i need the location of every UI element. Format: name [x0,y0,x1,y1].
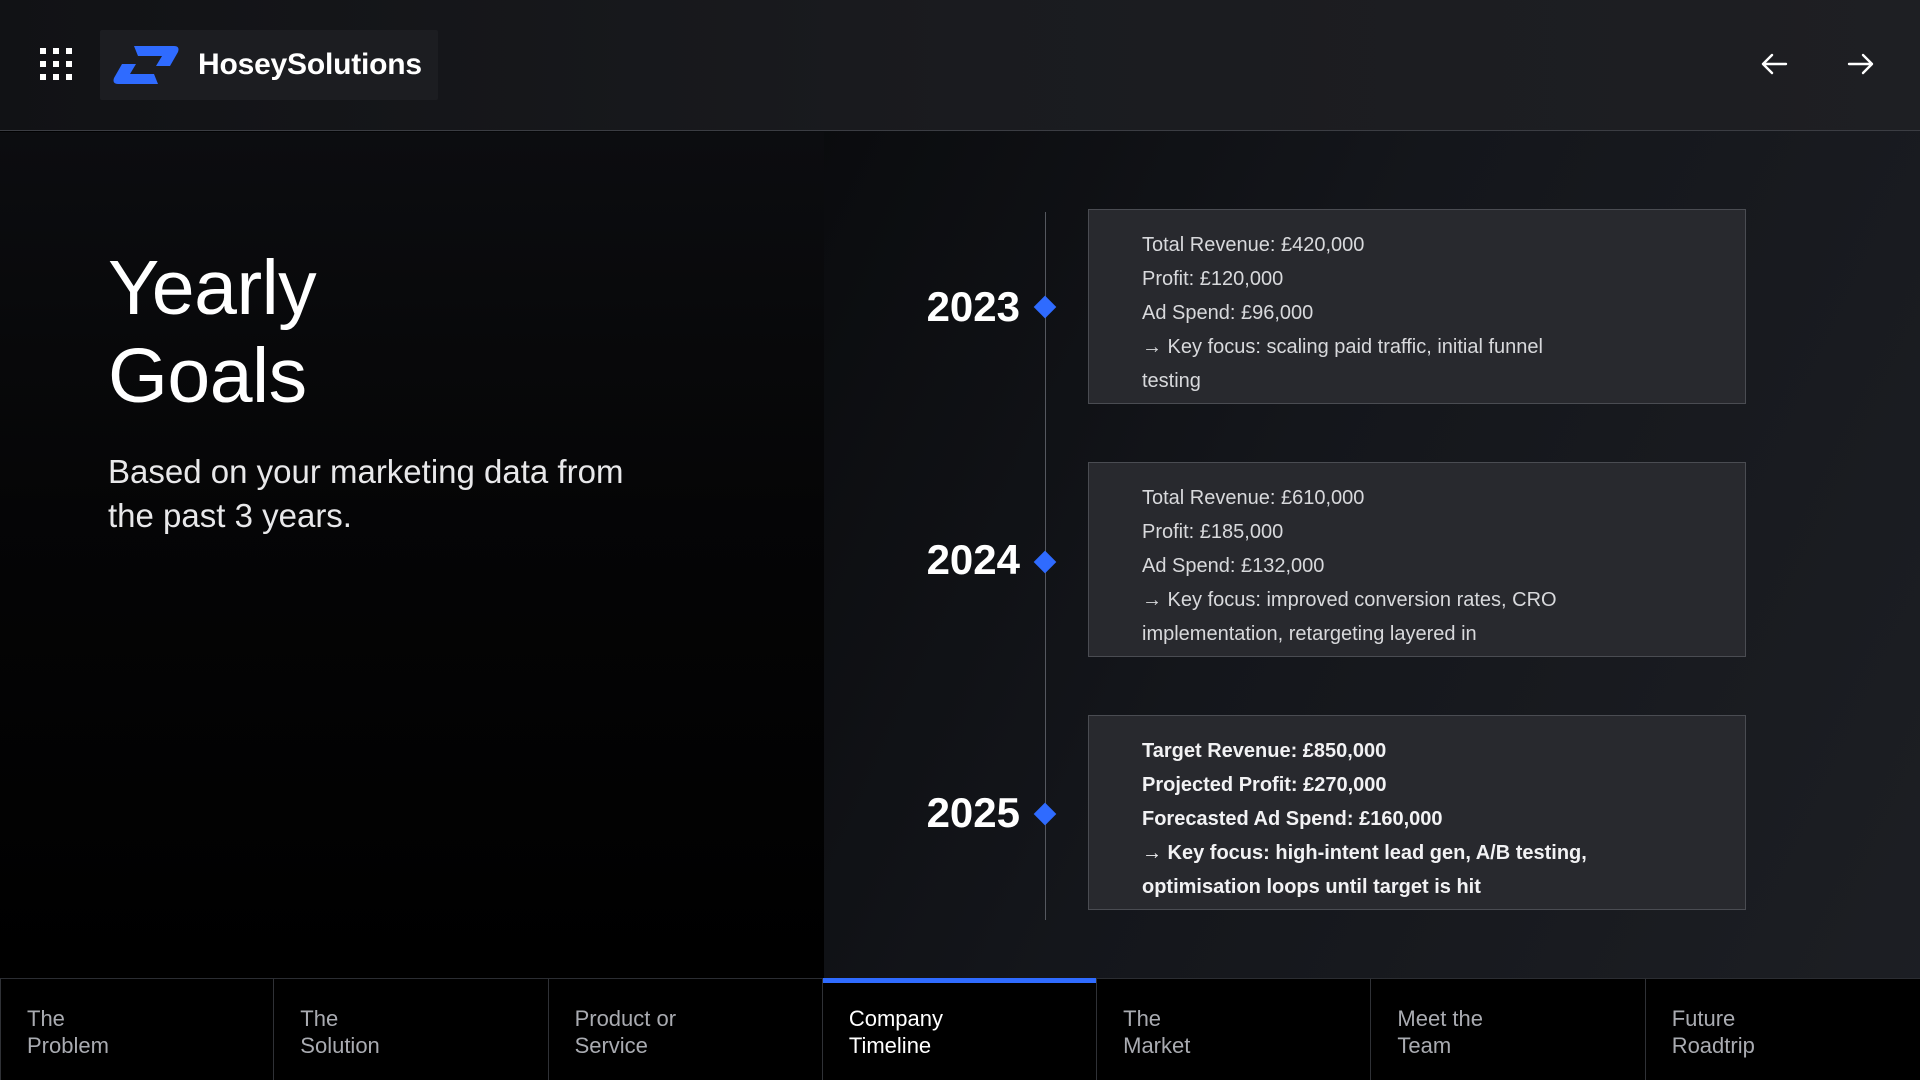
tab-the-solution[interactable]: The Solution [274,979,549,1080]
tab-product-or-service[interactable]: Product or Service [549,979,823,1080]
card-line: → Key focus: high-intent lead gen, A/B t… [1142,842,1587,864]
tab-label: Service [574,1033,648,1058]
card-line: → Key focus: scaling paid traffic, initi… [1142,336,1543,358]
arrow-right-icon [1847,53,1874,75]
tab-company-timeline[interactable]: Company Timeline [822,978,1098,1080]
brand-logo-icon [113,46,179,84]
timeline-year: 2023 [926,283,1020,330]
tab-label: Solution [300,1033,380,1058]
subtitle-line-2: the past 3 years. [108,497,352,534]
card-line: implementation, retargeting layered in [1142,623,1477,645]
tab-label: Problem [27,1033,109,1058]
subtitle-line-1: Based on your marketing data from [108,453,624,490]
previous-slide-button[interactable] [1754,44,1794,84]
tab-label: The [1123,1006,1162,1031]
card-line: Projected Profit: £270,000 [1142,774,1387,796]
grid-menu-icon[interactable] [40,48,72,80]
card-line: optimisation loops until target is hit [1142,876,1481,898]
tab-the-market[interactable]: The Market [1097,979,1372,1080]
brand-name: HoseySolutions [198,48,422,81]
tab-future-roadtrip[interactable]: Future Roadtrip [1646,979,1920,1080]
timeline-card: Total Revenue: £610,000 Profit: £185,000… [1088,462,1746,657]
card-line: Profit: £185,000 [1142,521,1284,543]
page-title: Yearly Goals [108,244,708,420]
timeline-card: Total Revenue: £420,000 Profit: £120,000… [1088,209,1746,404]
card-line: Total Revenue: £420,000 [1142,234,1365,256]
card-line: Ad Spend: £96,000 [1142,302,1314,324]
tab-label: Timeline [848,1033,932,1058]
card-line: testing [1142,370,1201,392]
tab-label: Market [1123,1033,1191,1058]
timeline-marker-icon [1033,550,1057,574]
header-bar: HoseySolutions [0,0,1920,131]
tab-label: Meet the [1397,1006,1484,1031]
page-subtitle: Based on your marketing data from the pa… [108,450,708,538]
tab-label: Roadtrip [1671,1033,1755,1058]
card-line: Target Revenue: £850,000 [1142,740,1387,762]
title-line-1: Yearly [108,245,317,331]
card-line: Total Revenue: £610,000 [1142,487,1365,509]
timeline-year: 2024 [926,536,1020,583]
card-line: Ad Spend: £132,000 [1142,555,1325,577]
slide-page: HoseySolutions Yearly Goals Based on you… [0,0,1920,1080]
tab-label: Company [848,1006,943,1031]
card-line: Forecasted Ad Spend: £160,000 [1142,808,1443,830]
next-slide-button[interactable] [1841,44,1881,84]
section-tabs: The Problem The Solution Product or Serv… [0,978,1920,1080]
brand-logo-area[interactable]: HoseySolutions [100,30,438,100]
tab-meet-the-team[interactable]: Meet the Team [1371,979,1646,1080]
tab-label: Team [1397,1033,1452,1058]
tab-label: The [27,1006,65,1031]
title-line-2: Goals [108,333,307,419]
tab-label: The [300,1006,339,1031]
arrow-left-icon [1761,53,1788,75]
tab-label: Future [1671,1006,1736,1031]
card-line: → Key focus: improved conversion rates, … [1142,589,1557,611]
timeline-marker-icon [1033,802,1057,826]
card-line: Profit: £120,000 [1142,268,1284,290]
tab-the-problem[interactable]: The Problem [0,979,275,1080]
tab-label: Product or [574,1006,677,1031]
timeline-marker-icon [1033,295,1057,319]
timeline-card: Target Revenue: £850,000 Projected Profi… [1088,715,1746,910]
timeline-year: 2025 [926,789,1020,836]
